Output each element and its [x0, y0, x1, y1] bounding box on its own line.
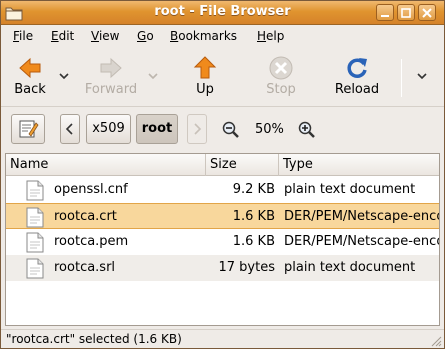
file-name: rootca.srl — [54, 260, 116, 275]
crumb-x509[interactable]: x509 — [86, 114, 131, 144]
status-text: "rootca.crt" selected (1.6 KB) — [6, 332, 182, 346]
reload-icon — [347, 58, 367, 78]
file-size: 9.2 KB — [232, 182, 275, 197]
text-file-icon — [26, 207, 44, 228]
file-type: plain text document — [284, 182, 416, 197]
crumb-root[interactable]: root — [136, 114, 178, 144]
menu-help[interactable]: Help — [257, 29, 284, 43]
up-arrow-icon — [193, 56, 217, 79]
back-button[interactable]: Back — [9, 53, 51, 103]
chevron-right-icon — [194, 123, 202, 135]
file-name: rootca.pem — [54, 234, 129, 249]
text-file-icon — [26, 258, 44, 279]
file-type: DER/PEM/Netscape-enco — [284, 234, 439, 249]
toolbar-overflow-chevron-icon[interactable] — [416, 71, 428, 81]
menu-bookmarks[interactable]: Bookmarks — [170, 29, 237, 43]
note-edit-icon — [19, 120, 39, 138]
stop-button[interactable]: Stop — [261, 53, 301, 103]
up-label: Up — [196, 82, 214, 97]
status-bar: "rootca.crt" selected (1.6 KB) — [1, 329, 444, 348]
maximize-icon — [401, 8, 411, 18]
minimize-button[interactable] — [376, 4, 394, 21]
menu-view[interactable]: View — [91, 29, 119, 43]
crumb-scroll-left-button[interactable] — [60, 114, 80, 144]
maximize-button[interactable] — [397, 4, 415, 21]
file-browser-window: root - File Browser File Edit View Go Bo… — [0, 0, 445, 349]
zoom-out-icon[interactable] — [222, 121, 240, 139]
stop-icon — [269, 56, 293, 80]
text-file-icon — [26, 232, 44, 253]
minimize-icon — [381, 15, 389, 17]
up-button[interactable]: Up — [187, 53, 223, 103]
file-name: rootca.crt — [54, 209, 117, 224]
zoom-in-icon[interactable] — [298, 121, 316, 139]
menu-bar: File Edit View Go Bookmarks Help — [1, 26, 444, 48]
column-header-name[interactable]: Name — [6, 154, 206, 176]
chevron-left-icon — [65, 123, 73, 135]
back-arrow-icon — [19, 57, 41, 79]
reload-button[interactable]: Reload — [333, 53, 381, 103]
title-bar[interactable]: root - File Browser — [1, 1, 444, 25]
column-header-size[interactable]: Size — [206, 154, 279, 176]
column-header-type[interactable]: Type — [279, 154, 439, 176]
file-row-rootca-pem[interactable]: rootca.pem 1.6 KB DER/PEM/Netscape-enco — [6, 229, 439, 255]
file-type: plain text document — [284, 260, 416, 275]
zoom-level: 50% — [255, 122, 284, 137]
list-header: Name Size Type — [6, 154, 439, 176]
toolbar: Back Forward Up Stop Reload — [1, 49, 444, 107]
back-history-chevron-icon[interactable] — [58, 71, 70, 81]
stop-label: Stop — [266, 82, 296, 97]
text-file-icon — [26, 180, 44, 201]
menu-go[interactable]: Go — [137, 29, 154, 43]
location-bar: x509 root 50% — [1, 108, 444, 150]
file-row-rootca-srl[interactable]: rootca.srl 17 bytes plain text document — [6, 255, 439, 281]
close-icon — [422, 8, 432, 18]
file-list: Name Size Type openssl.cnf 9.2 KB plain … — [5, 153, 440, 326]
menu-file[interactable]: File — [13, 29, 33, 43]
edit-location-button[interactable] — [11, 114, 45, 144]
forward-arrow-icon — [100, 57, 122, 79]
crumb-scroll-right-button[interactable] — [187, 114, 207, 144]
forward-button[interactable]: Forward — [81, 53, 141, 103]
file-type: DER/PEM/Netscape-enco — [284, 209, 439, 224]
file-size: 1.6 KB — [232, 234, 275, 249]
file-size: 1.6 KB — [232, 209, 275, 224]
forward-label: Forward — [84, 82, 138, 97]
back-label: Back — [14, 82, 46, 97]
close-button[interactable] — [418, 4, 436, 21]
file-row-openssl-cnf[interactable]: openssl.cnf 9.2 KB plain text document — [6, 177, 439, 203]
file-row-rootca-crt[interactable]: rootca.crt 1.6 KB DER/PEM/Netscape-enco — [6, 203, 439, 229]
menu-edit[interactable]: Edit — [51, 29, 74, 43]
reload-label: Reload — [334, 82, 380, 97]
toolbar-separator — [401, 59, 402, 97]
file-name: openssl.cnf — [54, 182, 128, 197]
forward-history-chevron-icon[interactable] — [147, 71, 159, 81]
resize-grip-icon[interactable] — [429, 334, 442, 347]
file-size: 17 bytes — [218, 260, 276, 275]
